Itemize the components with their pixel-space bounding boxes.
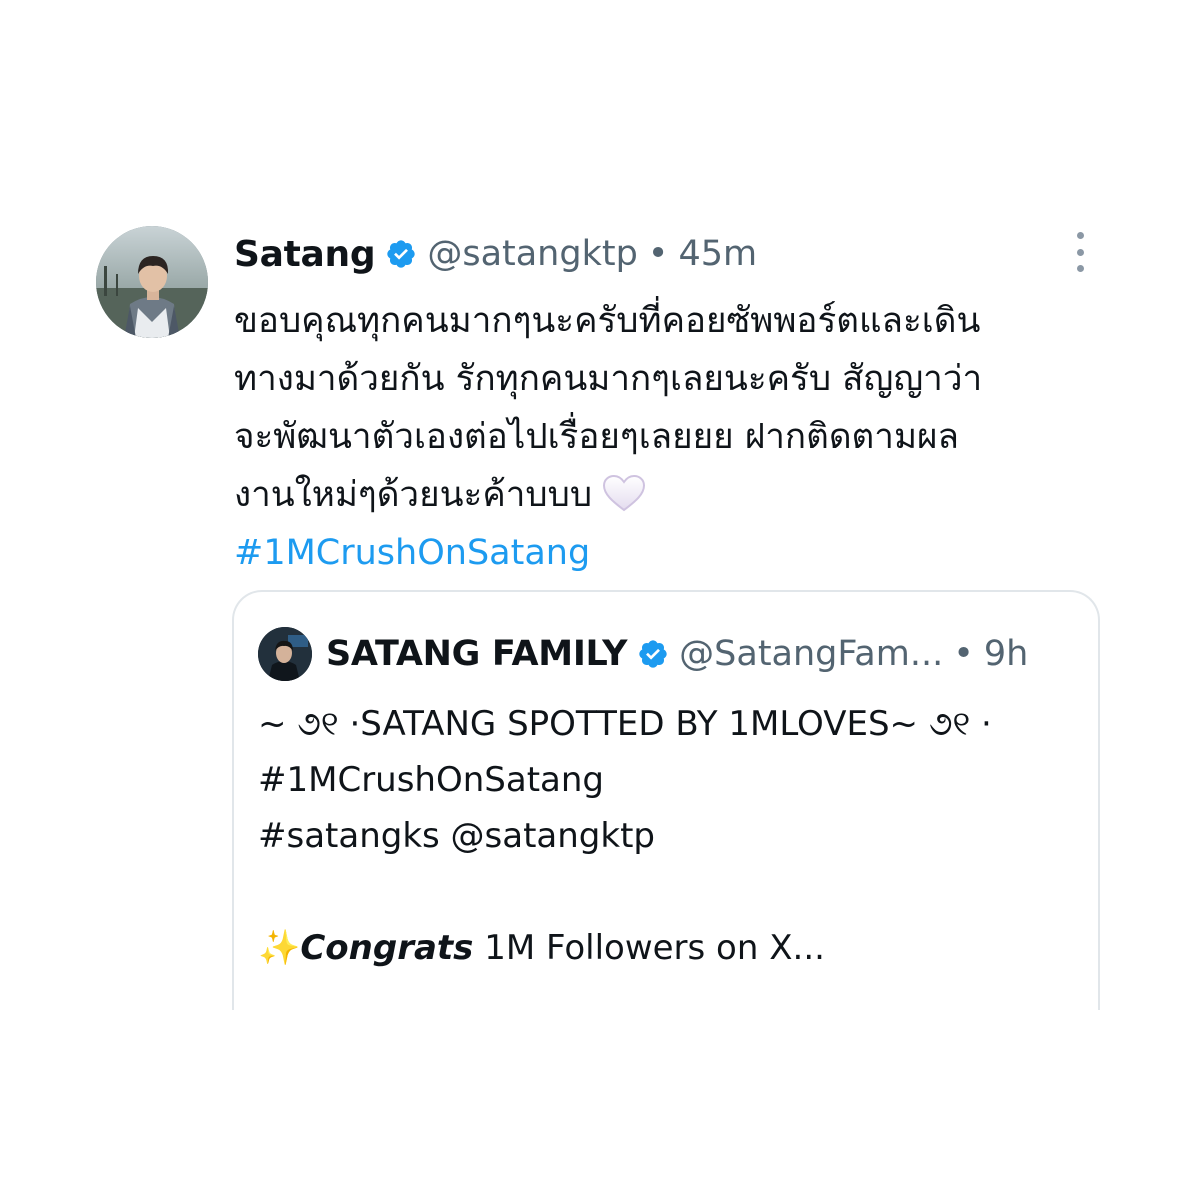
tweet-timestamp[interactable]: 45m	[678, 234, 757, 274]
quoted-text-bold: Congrats	[300, 928, 474, 968]
tweet-text-line: ทางมาด้วยกัน รักทุกคนมากๆเลยนะครับ สัญญา…	[234, 359, 983, 399]
quoted-author-name[interactable]: SATANG FAMILY	[326, 634, 627, 674]
quoted-text-line: #satangks @satangktp	[258, 816, 655, 856]
tweet-text-line-with-emoji: งานใหม่ๆด้วยนะค้าบบบ	[234, 466, 1106, 524]
author-avatar[interactable]	[96, 226, 208, 338]
quoted-tweet-card[interactable]: SATANG FAMILY @SatangFam... • 9h ~ ૭୧ ·S…	[232, 590, 1100, 1010]
more-options-icon[interactable]	[1068, 232, 1092, 272]
white-heart-icon	[603, 474, 646, 512]
hashtag-link[interactable]: #1MCrushOnSatang	[234, 524, 1106, 582]
author-handle[interactable]: @satangktp	[427, 234, 637, 274]
quoted-text-rest: 1M Followers on X...	[473, 928, 825, 968]
quoted-author-avatar[interactable]	[258, 627, 312, 681]
quoted-tweet-header: SATANG FAMILY @SatangFam... • 9h	[258, 622, 1088, 686]
avatar-image	[258, 627, 312, 681]
separator-dot: •	[647, 234, 669, 274]
verified-badge-icon	[387, 240, 415, 268]
quoted-tweet-text: ~ ૭୧ ·SATANG SPOTTED BY 1MLOVES~ ૭୧ · #1…	[258, 696, 1088, 976]
tweet-text-line: ขอบคุณทุกคนมากๆนะครับที่คอยซัพพอร์ตและเด…	[234, 301, 981, 341]
tweet-text-line: จะพัฒนาตัวเองต่อไปเรื่อยๆเลยยย ฝากติดตาม…	[234, 417, 959, 457]
author-name[interactable]: Satang	[234, 234, 376, 275]
tweet-text: ขอบคุณทุกคนมากๆนะครับที่คอยซัพพอร์ตและเด…	[234, 292, 1106, 582]
tweet-header: Satang @satangktp • 45m	[234, 226, 1106, 282]
quoted-text-line: #1MCrushOnSatang	[258, 760, 605, 800]
separator-dot: •	[953, 634, 974, 674]
quoted-text-line: ✨Congrats 1M Followers on X...	[258, 920, 1088, 976]
avatar-image	[96, 226, 208, 338]
quoted-tweet-timestamp[interactable]: 9h	[984, 634, 1028, 674]
quoted-text-line-blank	[258, 864, 1088, 920]
sparkles-icon: ✨	[258, 928, 301, 968]
quoted-text-line: ~ ૭୧ ·SATANG SPOTTED BY 1MLOVES~ ૭୧ ·	[258, 704, 992, 744]
quoted-author-handle[interactable]: @SatangFam...	[679, 634, 943, 674]
verified-badge-icon	[639, 640, 667, 668]
tweet-text-line: งานใหม่ๆด้วยนะค้าบบบ	[234, 475, 593, 515]
